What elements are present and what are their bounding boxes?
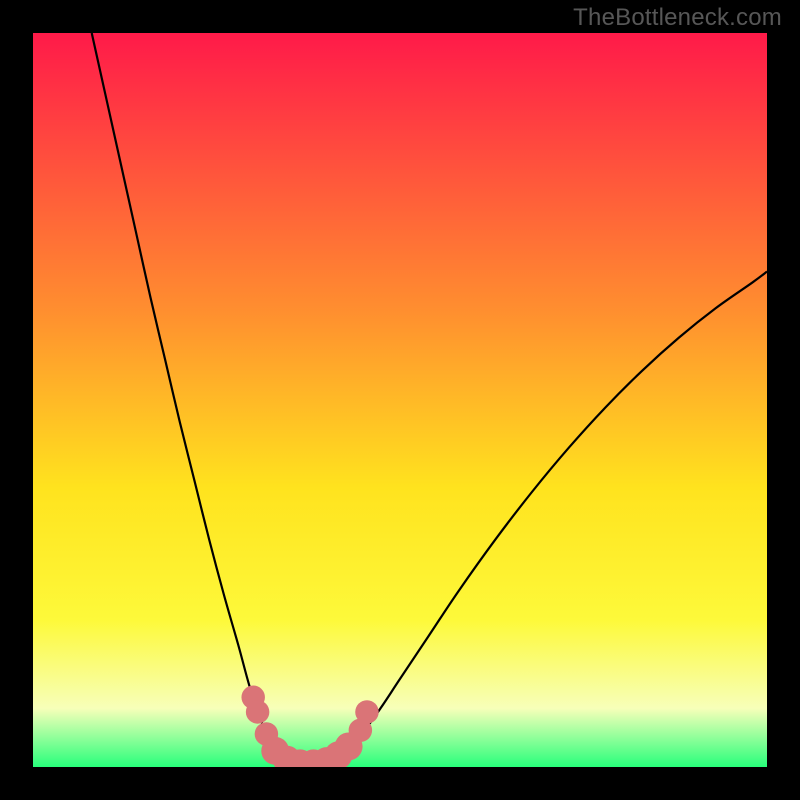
gradient-bg	[33, 33, 767, 767]
bead	[246, 700, 269, 723]
watermark-text: TheBottleneck.com	[573, 4, 782, 32]
plot-svg	[33, 33, 767, 767]
chart-frame: TheBottleneck.com	[0, 0, 800, 800]
bead	[355, 700, 378, 723]
plot-area	[33, 33, 767, 767]
